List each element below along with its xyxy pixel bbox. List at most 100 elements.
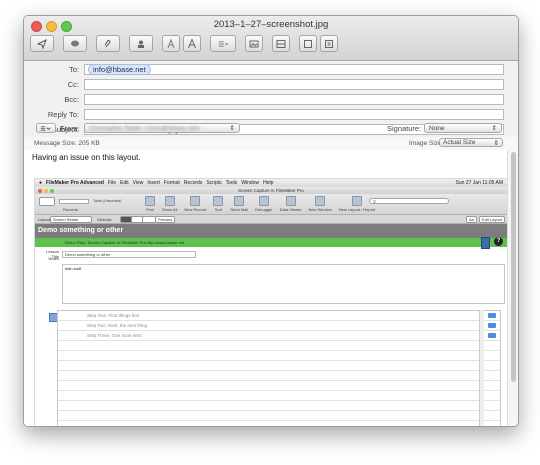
message-body[interactable]: Having an issue on this layout. ● FileMa… <box>24 150 508 426</box>
bcc-field[interactable] <box>84 94 504 105</box>
header-list-icon <box>40 125 51 131</box>
toolbar <box>30 35 338 55</box>
bcc-row: Bcc: <box>24 93 518 106</box>
fm-sort: Sort <box>213 196 224 212</box>
step-row-empty <box>58 401 500 411</box>
menu-tools: Tools <box>225 180 238 186</box>
step-row-empty <box>58 371 500 381</box>
contacts-button[interactable] <box>129 35 153 52</box>
photo-browser-button[interactable] <box>245 35 263 52</box>
mail-window: 2013–1–27–screenshot.jpg To: info@hbase.… <box>23 15 519 427</box>
fm-steps-portal: Step One: First things first Step Two: N… <box>57 310 501 426</box>
stationery-icon <box>276 39 286 48</box>
steps-scrollbar <box>479 310 484 426</box>
fm-edit-layout: Edit Layout <box>479 216 506 223</box>
signature-arrows-icon: ⇕ <box>491 125 497 132</box>
from-value: Christopher Rader <chris@hbase.net> <box>89 124 201 132</box>
fm-send-mail: Send Mail <box>230 196 248 212</box>
reply-to-row: Reply To: <box>24 108 518 121</box>
signature-select[interactable]: None ⇕ <box>424 123 502 133</box>
step-delete-icon <box>488 322 496 328</box>
fm-toolbar: Total (Unsorted) Records Find Show All N… <box>35 194 507 215</box>
header-options-button[interactable] <box>36 123 56 133</box>
fm-lesson-row: Lesson Title Demo something or other <box>39 249 196 259</box>
show-stationery-button[interactable] <box>272 35 290 52</box>
fm-new-record: New Record <box>184 196 206 212</box>
book-icon <box>481 237 490 249</box>
select-arrows-icon: ⇕ <box>229 125 235 132</box>
recipient-token[interactable]: info@hbase.net <box>88 64 151 75</box>
step-row-empty <box>58 341 500 351</box>
fm-layout-bar: Layout: Screen Relate View As: Preview A… <box>35 215 507 224</box>
fm-search: ⚲ <box>369 198 449 204</box>
image-size-select[interactable]: Actual Size ⇕ <box>439 138 503 147</box>
body-text[interactable]: Having an issue on this layout. <box>32 153 141 162</box>
fm-titlebar: Screen Capture in FileMaker Pro <box>35 187 507 194</box>
fm-lesson-value: Demo something or other <box>62 250 196 258</box>
fm-green-text: Demo Files, Screen Capture to FileMaker … <box>65 240 185 245</box>
window-title: 2013–1–27–screenshot.jpg <box>213 19 329 30</box>
send-button[interactable] <box>30 35 54 52</box>
list-icon <box>218 41 228 46</box>
font-smaller-button[interactable] <box>162 35 180 52</box>
menu-edit: Edit <box>119 180 129 186</box>
body-scrollbar[interactable] <box>507 150 518 426</box>
menu-app: FileMaker Pro Advanced <box>46 180 104 186</box>
attached-screenshot: ● FileMaker Pro Advanced File Edit View … <box>34 178 508 426</box>
mac-menubar: ● FileMaker Pro Advanced File Edit View … <box>35 179 507 187</box>
menu-file: File <box>107 180 116 186</box>
format-alt-icon <box>325 39 333 48</box>
size-bar: Message Size: 205 KB Image Size: Actual … <box>24 137 518 151</box>
font-a-icon <box>167 38 175 48</box>
menubar-clock: Sun 27 Jan 11:05 AM <box>455 180 503 186</box>
step-delete-icon <box>488 332 496 338</box>
step-row: Step Three: One more item. <box>58 331 500 341</box>
bcc-label: Bcc: <box>64 95 79 104</box>
attach-button[interactable] <box>96 35 120 52</box>
cc-field[interactable] <box>84 79 504 90</box>
format-icon <box>304 39 312 48</box>
to-label: To: <box>68 65 79 74</box>
fm-green-bar: Demo Files, Screen Capture to FileMaker … <box>35 237 507 249</box>
step-row-empty <box>58 421 500 426</box>
fm-new-window: New Window <box>308 196 332 212</box>
step-row-empty <box>58 411 500 421</box>
fm-notes-row: Notes <box>39 256 62 261</box>
apple-icon: ● <box>39 180 43 186</box>
menu-window: Window <box>241 180 260 186</box>
from-select[interactable]: Christopher Rader <chris@hbase.net> ⇕ <box>84 123 240 133</box>
send-icon <box>37 38 47 49</box>
list-format-button[interactable] <box>210 35 236 52</box>
fm-window-controls <box>38 188 54 193</box>
fm-notes-label: Notes <box>48 256 59 261</box>
step-row: Step Two: Next, the next thing. <box>58 321 500 331</box>
signature-value: None <box>429 124 445 132</box>
fm-debugger: Debugger <box>255 196 273 212</box>
layout-right-button[interactable] <box>320 35 338 52</box>
fm-preview: Preview <box>155 216 176 223</box>
message-size: Message Size: 205 KB <box>34 140 100 147</box>
photo-icon <box>249 40 259 47</box>
from-row: From: Christopher Rader <chris@hbase.net… <box>24 122 518 136</box>
chat-button[interactable] <box>63 35 87 52</box>
fm-aa: Aa <box>466 216 477 223</box>
signature-label: Signature: <box>387 124 422 133</box>
to-row: To: info@hbase.net <box>24 63 518 76</box>
fm-total-label: Total (Unsorted) <box>93 198 122 203</box>
font-a-large-icon <box>187 38 197 48</box>
scrollbar-thumb[interactable] <box>511 152 516 382</box>
fm-title: Screen Capture in FileMaker Pro <box>238 188 304 193</box>
fm-banner: Demo something or other <box>35 224 507 238</box>
image-size-arrows-icon: ⇕ <box>493 139 499 147</box>
layout-left-button[interactable] <box>299 35 317 52</box>
reply-to-field[interactable] <box>84 109 504 120</box>
fm-layout-select: Screen Relate <box>50 216 92 223</box>
fm-record-nav <box>39 197 55 206</box>
title-bar: 2013–1–27–screenshot.jpg <box>24 16 518 61</box>
fm-record-slider <box>59 199 89 204</box>
font-larger-button[interactable] <box>183 35 201 52</box>
from-label: From: <box>60 124 80 133</box>
to-field[interactable]: info@hbase.net <box>84 64 504 75</box>
fm-show-all: Show All <box>162 196 177 212</box>
cc-row: Cc: <box>24 78 518 91</box>
